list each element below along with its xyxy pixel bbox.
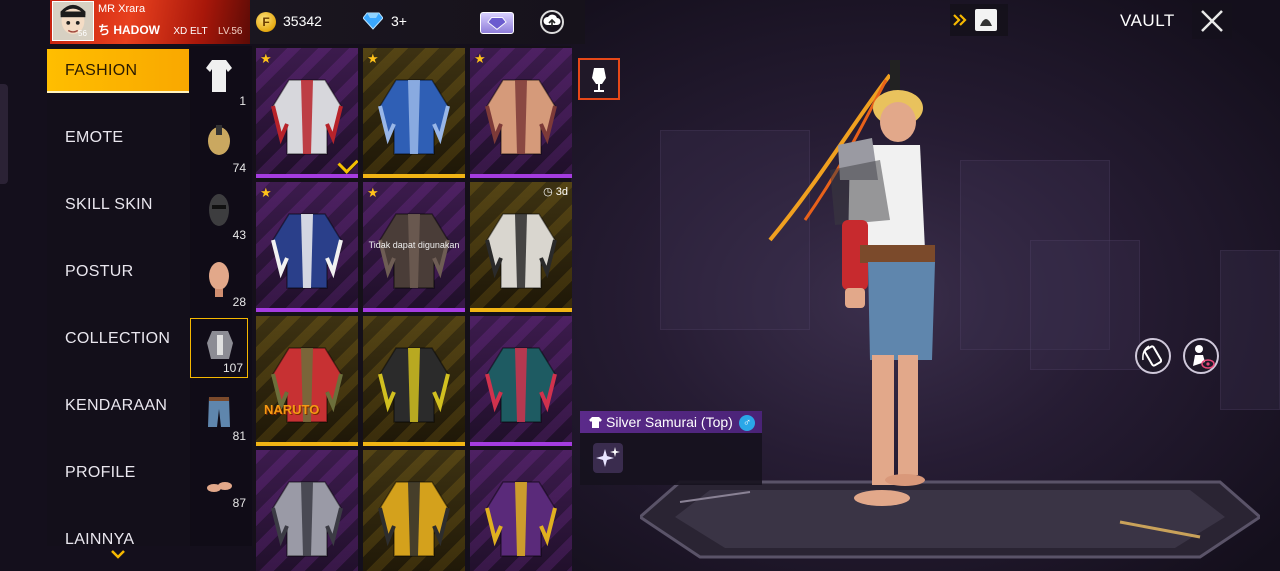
close-button[interactable] (1192, 3, 1232, 39)
outfit-icon (271, 79, 343, 155)
item-tile-gold-armor-top[interactable] (363, 450, 465, 571)
subcategory-column: 1 74 43 28 107 81 87 (190, 46, 252, 546)
rarity-bar (470, 308, 572, 312)
item-tile-naruto-top[interactable]: NARUTO (256, 316, 358, 446)
top-icon (207, 331, 233, 359)
item-tile-tattoo-top[interactable]: ★ Tidak dapat digunakan (363, 182, 465, 312)
item-tile-silver-armor-top[interactable] (256, 450, 358, 571)
category-fashion[interactable]: FASHION (47, 49, 189, 93)
subcategory-shoes[interactable]: 87 (190, 452, 250, 512)
category-skill-skin[interactable]: SKILL SKIN (47, 183, 189, 227)
item-tile-samurai-coat[interactable]: ◷ 3d (470, 182, 572, 312)
star-icon: ★ (367, 51, 379, 66)
avatar-level: 56 (78, 29, 87, 38)
close-icon (1201, 10, 1223, 32)
rotate-view-button[interactable] (1135, 338, 1171, 374)
category-emote[interactable]: EMOTE (47, 116, 189, 160)
male-gender-icon: ♂ (739, 415, 755, 431)
subcategory-mask[interactable]: 43 (190, 184, 250, 244)
item-tile-blue-varsity-jacket[interactable]: ★ (256, 182, 358, 312)
outfit-icon (378, 79, 450, 155)
category-postur[interactable]: POSTUR (47, 250, 189, 294)
rarity-bar (256, 308, 358, 312)
outfit-icon (378, 481, 450, 557)
shirt-icon (589, 417, 602, 428)
mannequin-icon (592, 68, 606, 92)
hair-icon (208, 125, 230, 155)
double-chevron-icon (953, 14, 967, 26)
item-title-bar: Silver Samurai (Top) ♂ (580, 411, 762, 433)
vault-title: VAULT (1120, 11, 1175, 30)
mannequin-button[interactable] (578, 58, 620, 100)
item-tile-gold-black-hoodie[interactable] (363, 316, 465, 446)
pants-icon (208, 397, 230, 427)
outfit-icon (271, 481, 343, 557)
mask-icon (209, 194, 229, 226)
sparkle-icon[interactable] (593, 443, 623, 473)
rarity-bar (363, 442, 465, 446)
chevron-down-icon[interactable] (110, 549, 126, 559)
left-edge-handle[interactable] (0, 84, 8, 184)
subcategory-hair[interactable]: 74 (190, 117, 250, 177)
subcategory-pants[interactable]: 81 (190, 385, 250, 445)
outfit-icon (378, 347, 450, 423)
diamond-balance: 3+ (391, 13, 407, 29)
item-tile-teal-red-jacket[interactable] (470, 316, 572, 446)
cloud-upload-icon[interactable] (540, 10, 564, 34)
diamond-shop-icon[interactable] (480, 12, 514, 34)
face-icon (209, 262, 229, 297)
outfit-icon (271, 213, 343, 289)
item-tile-purple-gold-top[interactable] (470, 450, 572, 571)
franchise-badge: NARUTO (264, 402, 320, 417)
player-name-top: MR Xrara (98, 3, 146, 15)
subcategory-top[interactable]: 107 (190, 318, 248, 378)
item-info-panel: Silver Samurai (Top) ♂ (580, 411, 762, 485)
rotate-phone-icon (1142, 345, 1163, 367)
outfit-icon (485, 213, 557, 289)
item-info-body (580, 433, 762, 485)
character-model[interactable] (760, 50, 960, 520)
preview-character-icon (1193, 345, 1215, 369)
avatar[interactable] (52, 1, 94, 41)
player-level: LV.56 (218, 26, 243, 37)
avatar-face-icon (53, 2, 93, 40)
item-title: Silver Samurai (Top) (606, 414, 733, 430)
category-collection[interactable]: COLLECTION (47, 317, 189, 361)
vault-nav-button[interactable] (950, 4, 1008, 36)
shoes-icon (207, 482, 232, 492)
star-icon: ★ (474, 51, 486, 66)
item-tile-silver-jacket[interactable]: ★ (256, 48, 358, 178)
item-tile-bare-torso-top[interactable]: ★ (470, 48, 572, 178)
star-icon: ★ (260, 51, 272, 66)
rarity-bar (256, 174, 358, 178)
item-tile-blue-armor-top[interactable]: ★ (363, 48, 465, 178)
coin-balance: 35342 (283, 13, 322, 29)
shirt-icon (206, 60, 232, 92)
outfit-icon (485, 347, 557, 423)
subcategory-face[interactable]: 28 (190, 251, 250, 311)
item-grid: ★ ★ ★ ★ ★ Tidak dapat digunakan ◷ 3d NARUTO (253, 46, 572, 571)
category-profile[interactable]: PROFILE (47, 451, 189, 495)
player-name-bottom: ち HADOW XD ELT (98, 23, 208, 37)
rarity-bar (470, 442, 572, 446)
expiry-timer: ◷ 3d (543, 186, 568, 198)
rarity-bar (470, 174, 572, 178)
preview-character-button[interactable] (1183, 338, 1219, 374)
outfit-icon (485, 79, 557, 155)
star-icon: ★ (260, 185, 272, 200)
subcategory-shirt[interactable]: 1 (190, 50, 250, 110)
star-icon: ★ (367, 185, 379, 200)
item-note: Tidak dapat digunakan (368, 240, 460, 250)
rarity-bar (363, 308, 465, 312)
gold-coin-icon: F (256, 12, 276, 32)
diamond-icon (363, 12, 383, 30)
outfit-icon (485, 481, 557, 557)
category-kendaraan[interactable]: KENDARAAN (47, 384, 189, 428)
rarity-bar (256, 442, 358, 446)
rarity-bar (363, 174, 465, 178)
category-sidebar: FASHION EMOTE SKILL SKIN POSTUR COLLECTI… (47, 46, 191, 548)
